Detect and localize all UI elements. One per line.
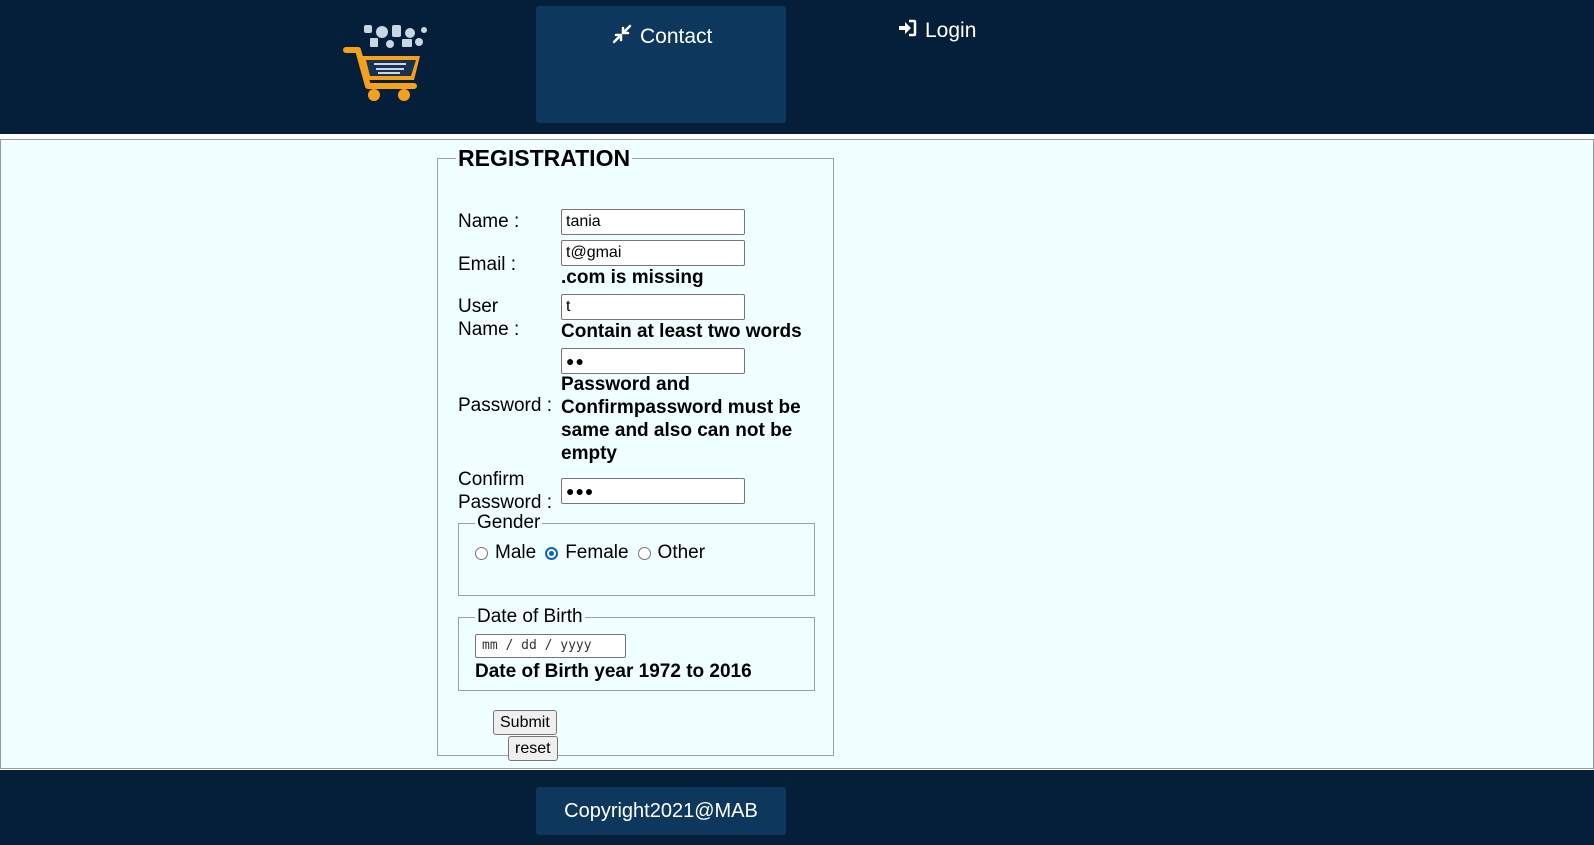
confirm-password-input[interactable] (561, 478, 745, 504)
confirm-password-label-line2: Password : (458, 492, 552, 513)
submit-button[interactable]: Submit (493, 710, 557, 735)
password-error-line3: same and also can not be (561, 420, 793, 441)
username-label-line2: Name : (458, 319, 520, 340)
gender-female-label[interactable]: Female (565, 542, 628, 564)
nav-login-link[interactable]: Login (897, 18, 976, 44)
reset-button[interactable]: reset (508, 736, 558, 761)
registration-form: REGISTRATION Name : Email : .com is miss… (437, 145, 834, 761)
footer: Copyright2021@MAB (0, 770, 1594, 845)
compress-arrows-icon (612, 24, 640, 50)
main-content: REGISTRATION Name : Email : .com is miss… (0, 139, 1594, 769)
password-error-line1: Password and (561, 374, 690, 395)
password-error-line4: empty (561, 443, 617, 464)
username-label-line1: User (458, 296, 499, 317)
username-error: Contain at least two words (561, 321, 802, 342)
email-label: Email : (458, 254, 517, 275)
dob-date-input[interactable]: mm / dd / yyyy (475, 634, 626, 658)
shopping-cart-logo[interactable] (342, 20, 432, 105)
dob-legend: Date of Birth (477, 606, 583, 627)
email-input[interactable] (561, 240, 745, 266)
header: Contact Login (0, 0, 1594, 134)
password-error-line2: Confirmpassword must be (561, 397, 801, 418)
dob-note: Date of Birth year 1972 to 2016 (475, 661, 752, 682)
gender-fieldset: Gender Male Female Other (458, 512, 815, 596)
name-label: Name : (458, 211, 520, 232)
gender-legend: Gender (477, 512, 541, 533)
password-label: Password : (458, 395, 552, 416)
name-input[interactable] (561, 209, 745, 235)
password-input[interactable] (561, 348, 745, 374)
gender-male-label[interactable]: Male (495, 542, 536, 564)
gender-other-label[interactable]: Other (658, 542, 706, 564)
gender-male-radio[interactable] (475, 546, 488, 560)
gender-female-radio[interactable] (545, 546, 559, 560)
sign-in-icon (897, 18, 925, 44)
registration-legend: REGISTRATION (458, 145, 631, 171)
gender-other-radio[interactable] (637, 546, 651, 560)
nav-contact-tab[interactable]: Contact (536, 6, 786, 123)
nav-login-label: Login (925, 19, 977, 42)
email-error: .com is missing (561, 267, 704, 288)
confirm-password-label-line1: Confirm (458, 469, 525, 490)
username-input[interactable] (561, 294, 745, 320)
copyright-text: Copyright2021@MAB (536, 787, 786, 835)
nav-contact-label: Contact (640, 25, 713, 48)
dob-fieldset: Date of Birth mm / dd / yyyy Date of Bir… (458, 606, 815, 691)
gender-options: Male Female Other (459, 534, 814, 564)
nav-contact-link[interactable]: Contact (612, 24, 712, 50)
